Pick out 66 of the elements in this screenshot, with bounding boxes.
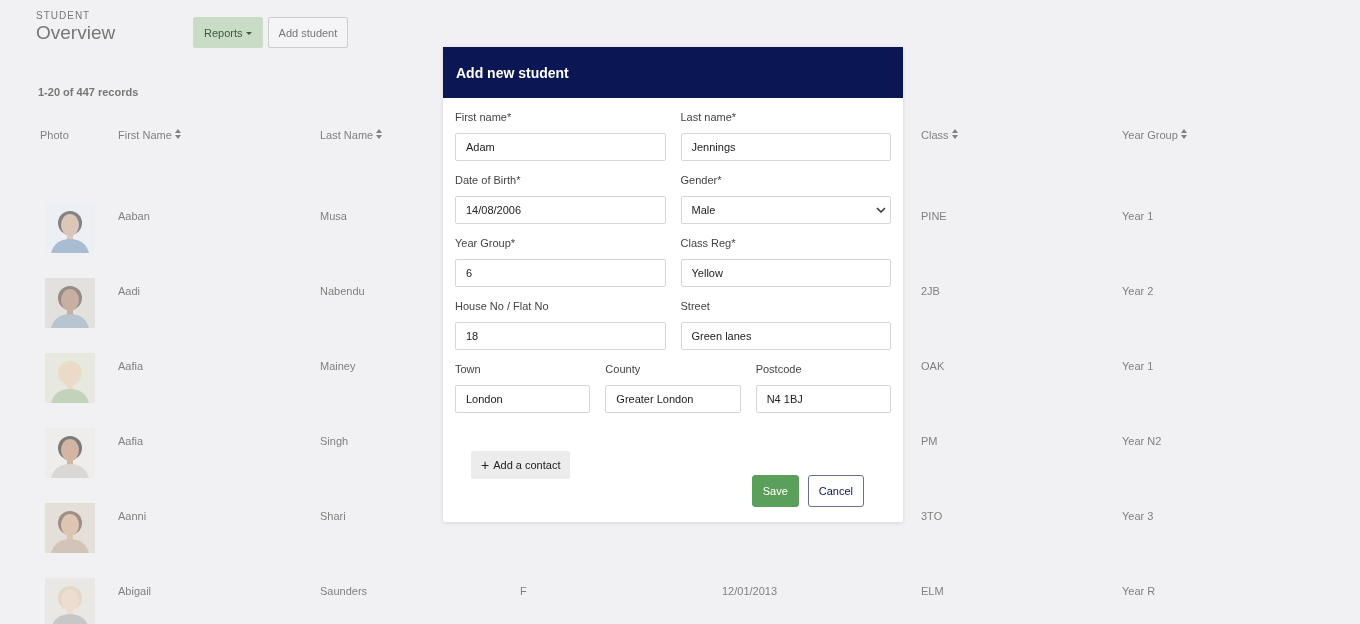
table-cell: 3TO <box>921 510 943 522</box>
table-cell: Aadi <box>118 285 141 297</box>
table-cell: 2JB <box>921 285 940 297</box>
table-cell: Shari <box>320 510 346 522</box>
page-title: Overview <box>36 22 117 44</box>
table-cell: Singh <box>320 435 349 447</box>
table-cell: 12/01/2013 <box>722 585 778 597</box>
table-cell: Year N2 <box>1122 435 1162 447</box>
input-field[interactable]: Jennings <box>680 133 891 161</box>
input-field[interactable]: London <box>455 385 591 413</box>
table-cell: PINE <box>921 210 947 222</box>
input-field[interactable]: Greater London <box>605 385 741 413</box>
sort-icon <box>951 129 958 139</box>
column-header[interactable]: Year Group <box>1122 129 1187 141</box>
column-header[interactable]: Class <box>921 129 958 141</box>
table-cell: ELM <box>921 585 944 597</box>
field-label: First name* <box>455 111 512 125</box>
field-label: Year Group* <box>455 237 516 251</box>
table-cell: Aafia <box>118 435 144 447</box>
input-field[interactable]: Green lanes <box>680 322 891 350</box>
cancel-button[interactable]: Cancel <box>807 475 864 507</box>
table-cell: Saunders <box>320 585 368 597</box>
field-label: County <box>605 363 641 377</box>
field-label: Gender* <box>680 174 722 188</box>
input-field[interactable]: 14/08/2006 <box>455 196 666 224</box>
field-label: House No / Flat No <box>455 300 549 314</box>
field-label: Class Reg* <box>680 237 736 251</box>
reports-button[interactable]: Reports <box>193 17 263 48</box>
table-cell: Aafia <box>118 360 144 372</box>
select-field[interactable]: Male <box>680 196 891 224</box>
table-cell: PM <box>921 435 938 447</box>
input-field[interactable]: 6 <box>455 259 666 287</box>
chevron-down-icon <box>876 207 886 213</box>
table-cell: Year 3 <box>1122 510 1154 522</box>
table-cell: Nabendu <box>320 285 365 297</box>
table-cell: Musa <box>320 210 347 222</box>
records-count: 1-20 of 447 records <box>38 86 139 98</box>
table-cell: Year 2 <box>1122 285 1154 297</box>
input-field[interactable]: Adam <box>455 133 666 161</box>
add-student-button[interactable]: Add student <box>267 17 349 48</box>
field-label: Last name* <box>680 111 737 125</box>
field-label: Street <box>680 300 710 314</box>
table-cell: Mainey <box>320 360 356 372</box>
column-header: Photo <box>40 129 69 141</box>
add-contact-button[interactable]: + Add a contact <box>471 451 571 479</box>
column-header[interactable]: Last Name <box>320 129 383 141</box>
field-label: Town <box>455 363 481 377</box>
sort-icon <box>174 129 181 139</box>
input-field[interactable]: Yellow <box>680 259 891 287</box>
sort-icon <box>376 129 383 139</box>
table-cell: Aanni <box>118 510 147 522</box>
table-cell: Year 1 <box>1122 360 1154 372</box>
table-cell: OAK <box>921 360 945 372</box>
table-cell: Year R <box>1122 585 1156 597</box>
dialog-title: Add new student <box>456 64 569 81</box>
section-label: STUDENT <box>36 10 92 22</box>
sort-icon <box>1180 129 1187 139</box>
input-field[interactable]: N4 1BJ <box>755 385 891 413</box>
field-label: Date of Birth* <box>455 174 521 188</box>
table-cell: F <box>520 585 527 597</box>
field-label: Postcode <box>755 363 802 377</box>
table-cell: Year 1 <box>1122 210 1154 222</box>
column-header[interactable]: First Name <box>118 129 181 141</box>
input-field[interactable]: 18 <box>455 322 666 350</box>
table-cell: Abigail <box>118 585 152 597</box>
table-cell: Aaban <box>118 210 150 222</box>
